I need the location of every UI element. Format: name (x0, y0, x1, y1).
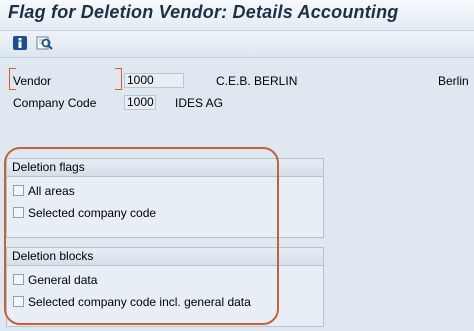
general-data-label: General data (28, 273, 98, 287)
company-code-label: Company Code (13, 96, 97, 110)
application-toolbar (0, 30, 474, 58)
deletion-blocks-title: Deletion blocks (7, 248, 323, 266)
info-icon[interactable] (12, 35, 28, 51)
vendor-name: C.E.B. BERLIN (216, 74, 298, 88)
vendor-field[interactable]: 1000 (124, 73, 184, 88)
vendor-label: Vendor (13, 74, 52, 88)
vendor-city: Berlin (438, 74, 469, 88)
find-icon[interactable] (36, 35, 53, 51)
required-marker-right (115, 68, 122, 90)
selected-company-code-general-label: Selected company code incl. general data (28, 295, 251, 309)
selected-company-code-label: Selected company code (28, 206, 157, 220)
all-areas-label: All areas (28, 184, 75, 198)
company-name: IDES AG (175, 96, 224, 110)
deletion-blocks-group: Deletion blocks General data Selected co… (6, 247, 324, 327)
selected-company-code-general-checkbox[interactable] (13, 296, 24, 307)
main-content: Vendor 1000 C.E.B. BERLIN Berlin Company… (0, 58, 474, 331)
deletion-flags-group: Deletion flags All areas Selected compan… (6, 158, 324, 238)
general-data-checkbox[interactable] (13, 274, 24, 285)
window-title: Flag for Deletion Vendor: Details Accoun… (8, 2, 399, 22)
all-areas-checkbox[interactable] (13, 185, 24, 196)
deletion-flags-title: Deletion flags (7, 159, 323, 177)
title-bar: Flag for Deletion Vendor: Details Accoun… (0, 0, 474, 30)
company-code-field[interactable]: 1000 (124, 95, 156, 110)
selected-company-code-checkbox[interactable] (13, 207, 24, 218)
